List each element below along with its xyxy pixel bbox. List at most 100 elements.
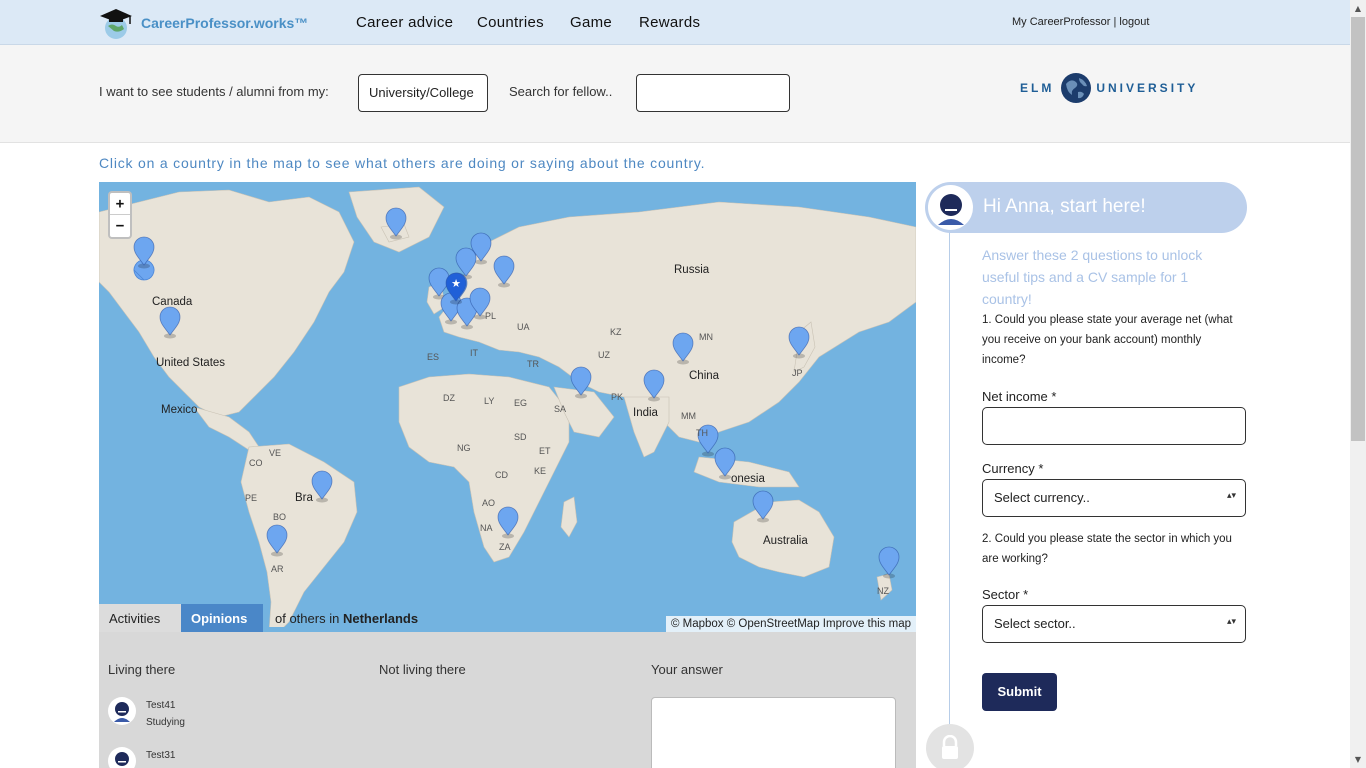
map-label-mexico: Mexico bbox=[161, 404, 198, 416]
nav-countries[interactable]: Countries bbox=[477, 14, 544, 31]
tab-opinions[interactable]: Opinions bbox=[181, 604, 263, 632]
map-label-india: India bbox=[633, 407, 658, 419]
my-careerprofessor-link[interactable]: My CareerProfessor bbox=[1012, 16, 1110, 28]
user-avatar-icon bbox=[114, 702, 130, 722]
map-label-ly: LY bbox=[484, 396, 495, 406]
progress-line bbox=[949, 228, 950, 748]
map-instruction: Click on a country in the map to see wha… bbox=[99, 155, 706, 171]
elm-logo-right: UNIVERSITY bbox=[1096, 81, 1199, 95]
page-scrollbar[interactable]: ▲ ▼ bbox=[1350, 0, 1366, 768]
filter-bar: I want to see students / alumni from my:… bbox=[0, 45, 1350, 143]
location-marker-icon[interactable] bbox=[496, 506, 520, 540]
map-label-mm: MM bbox=[681, 411, 696, 421]
map-label-za: ZA bbox=[499, 542, 511, 552]
location-marker-icon[interactable] bbox=[877, 546, 901, 580]
map-label-pe: PE bbox=[245, 493, 258, 503]
person-name: Test41 bbox=[146, 700, 176, 711]
sector-select-value: Select sector.. bbox=[994, 616, 1076, 631]
map-label-th: TH bbox=[696, 428, 708, 438]
zoom-in-button[interactable]: + bbox=[110, 193, 130, 215]
location-marker-icon[interactable] bbox=[265, 524, 289, 558]
map-label-brazil: Bra bbox=[295, 492, 313, 504]
location-marker-icon[interactable] bbox=[642, 369, 666, 403]
nav-rewards[interactable]: Rewards bbox=[639, 14, 700, 31]
elm-university-logo: ELM UNIVERSITY bbox=[1020, 72, 1198, 104]
world-map[interactable]: ★ + − Russia Canada United States Mexico… bbox=[99, 182, 916, 632]
location-marker-icon[interactable] bbox=[569, 366, 593, 400]
institution-type-select[interactable]: University/College bbox=[358, 74, 488, 112]
map-label-bo: BO bbox=[273, 512, 287, 522]
person-item[interactable]: Test41 Studying bbox=[108, 697, 185, 731]
map-label-canada: Canada bbox=[152, 296, 193, 308]
map-label-pk: PK bbox=[611, 392, 624, 402]
currency-select-value: Select currency.. bbox=[994, 490, 1090, 505]
avatar bbox=[928, 185, 973, 230]
person-item[interactable]: Test31 bbox=[108, 747, 175, 768]
map-label-mn: MN bbox=[699, 332, 713, 342]
map-label-nz: NZ bbox=[877, 586, 889, 596]
country-panel: Living there Not living there Your answe… bbox=[99, 632, 916, 768]
map-label-jp: JP bbox=[792, 368, 803, 378]
map-label-china: China bbox=[689, 370, 720, 382]
location-marker-icon[interactable] bbox=[751, 490, 775, 524]
person-info: Test41 Studying bbox=[146, 697, 185, 731]
selected-country: Netherlands bbox=[342, 611, 419, 626]
filter-label: I want to see students / alumni from my: bbox=[99, 84, 329, 99]
nav-game[interactable]: Game bbox=[570, 14, 612, 31]
chevron-down-icon: ▴▾ bbox=[1226, 616, 1236, 626]
chevron-down-icon: ▴▾ bbox=[1226, 490, 1236, 500]
col-living-there: Living there bbox=[108, 662, 176, 677]
brand-logo[interactable]: CareerProfessor.works™ bbox=[99, 5, 308, 41]
location-marker-icon[interactable] bbox=[310, 470, 334, 504]
location-marker-icon[interactable] bbox=[671, 332, 695, 366]
map-label-dz: DZ bbox=[443, 393, 455, 403]
location-marker-icon[interactable] bbox=[492, 255, 516, 289]
map-label-united-states: United States bbox=[156, 357, 226, 369]
map-label-ao: AO bbox=[482, 498, 496, 508]
map-label-it: IT bbox=[470, 348, 478, 358]
user-avatar-icon bbox=[937, 193, 964, 225]
location-marker-icon[interactable] bbox=[158, 306, 182, 340]
map-label-ua: UA bbox=[517, 322, 530, 332]
location-marker-icon[interactable] bbox=[384, 207, 408, 241]
scroll-up-arrow-icon[interactable]: ▲ bbox=[1350, 0, 1366, 17]
avatar bbox=[108, 747, 136, 768]
scroll-thumb[interactable] bbox=[1351, 17, 1365, 441]
svg-text:★: ★ bbox=[451, 277, 461, 290]
map-label-pl: PL bbox=[485, 311, 497, 321]
map-tabs: Activities Opinions of others in Netherl… bbox=[99, 604, 418, 632]
map-label-kz: KZ bbox=[610, 327, 622, 337]
map-label-sa: SA bbox=[554, 404, 567, 414]
map-label-cd: CD bbox=[495, 470, 508, 480]
map-label-et: ET bbox=[539, 446, 551, 456]
nav-career-advice[interactable]: Career advice bbox=[356, 14, 453, 31]
brand-name: CareerProfessor.works™ bbox=[141, 15, 309, 31]
zoom-out-button[interactable]: − bbox=[110, 215, 130, 237]
map-label-indonesia: onesia bbox=[731, 473, 765, 485]
tab-caption: of others in Netherlands bbox=[263, 611, 418, 632]
top-navigation: CareerProfessor.works™ Career advice Cou… bbox=[0, 0, 1350, 45]
globe-icon bbox=[1061, 73, 1092, 103]
currency-select[interactable]: Select currency.. ▴▾ bbox=[982, 479, 1246, 517]
map-attribution[interactable]: © Mapbox © OpenStreetMap Improve this ma… bbox=[665, 616, 916, 632]
zoom-controls: + − bbox=[108, 191, 132, 239]
scroll-down-arrow-icon[interactable]: ▼ bbox=[1350, 751, 1366, 768]
map-label-ke: KE bbox=[534, 466, 547, 476]
location-marker-icon[interactable] bbox=[132, 236, 156, 270]
selected-location-marker-icon[interactable]: ★ bbox=[444, 272, 468, 306]
submit-button[interactable]: Submit bbox=[982, 673, 1057, 711]
currency-label: Currency * bbox=[982, 461, 1044, 476]
answer-textarea[interactable] bbox=[651, 697, 896, 768]
question-1: 1. Could you please state your average n… bbox=[982, 314, 1233, 366]
logout-link[interactable]: logout bbox=[1119, 16, 1149, 28]
tab-activities[interactable]: Activities bbox=[99, 604, 181, 632]
elm-logo-left: ELM bbox=[1020, 81, 1055, 95]
lock-icon bbox=[926, 724, 974, 768]
greeting-text: Hi Anna, start here! bbox=[983, 196, 1146, 217]
sector-select[interactable]: Select sector.. ▴▾ bbox=[982, 605, 1246, 643]
location-marker-icon[interactable] bbox=[787, 326, 811, 360]
person-name: Test31 bbox=[146, 750, 176, 761]
net-income-input[interactable] bbox=[982, 407, 1246, 445]
map-label-sd: SD bbox=[514, 432, 527, 442]
fellow-search-input[interactable] bbox=[636, 74, 790, 112]
